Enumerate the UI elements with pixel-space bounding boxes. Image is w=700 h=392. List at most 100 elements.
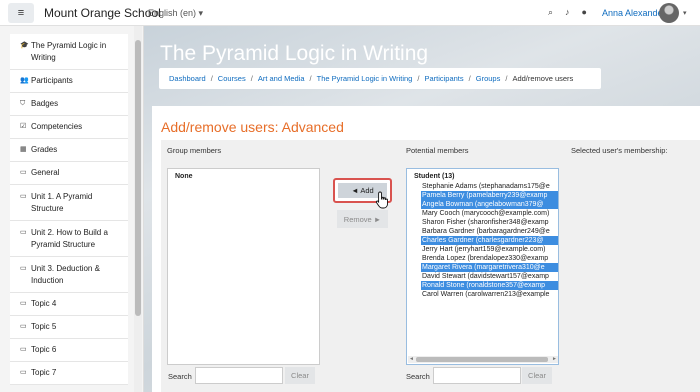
breadcrumb-item[interactable]: Dashboard bbox=[169, 74, 206, 83]
hamburger-icon: ≡ bbox=[17, 7, 25, 19]
folder-icon: ▭ bbox=[20, 346, 27, 353]
potential-member-option[interactable]: Brenda Lopez (brendalopez330@examp bbox=[407, 254, 558, 263]
breadcrumb-item: Add/remove users bbox=[512, 74, 574, 83]
breadcrumb-item[interactable]: Art and Media bbox=[258, 74, 305, 83]
avatar[interactable] bbox=[659, 3, 679, 23]
potential-member-option[interactable]: Angela Bowman (angelabowman379@ bbox=[421, 200, 558, 209]
hamburger-menu-button[interactable]: ≡ bbox=[8, 3, 34, 23]
potential-list-hscrollbar[interactable]: ◄ ► bbox=[408, 356, 558, 363]
section-title: Add/remove users: Advanced bbox=[161, 119, 344, 135]
sidebar-item-label: Topic 4 bbox=[31, 299, 57, 308]
sidebar-item[interactable]: ▭ Unit 3. Deduction & Induction bbox=[10, 257, 128, 293]
scroll-right-icon[interactable]: ► bbox=[552, 356, 557, 362]
scroll-left-icon[interactable]: ◄ bbox=[409, 356, 414, 362]
sidebar-item-label: Unit 2. How to Build a Pyramid Structure bbox=[31, 228, 108, 249]
potential-member-option[interactable]: Margaret Rivera (margaretrivera310@e bbox=[421, 263, 558, 272]
folder-icon: ▭ bbox=[20, 300, 27, 307]
potential-member-option[interactable]: David Stewart (davidstewart157@examp bbox=[407, 272, 558, 281]
sidebar-item-label: Badges bbox=[31, 99, 59, 108]
sidebar-item[interactable]: ▦ Grades bbox=[10, 139, 128, 162]
breadcrumb-item[interactable]: Groups bbox=[476, 74, 501, 83]
sidebar-item-label: The Pyramid Logic in Writing bbox=[31, 41, 107, 62]
potential-member-option[interactable]: Mary Cooch (marycooch@example.com) bbox=[407, 209, 558, 218]
breadcrumb-item[interactable]: The Pyramid Logic in Writing bbox=[317, 74, 413, 83]
sidebar: 🎓 The Pyramid Logic in Writing 👥 Participan… bbox=[0, 26, 144, 392]
breadcrumb-separator: / bbox=[468, 74, 471, 83]
bell-icon[interactable]: ♪ bbox=[565, 7, 570, 18]
language-selector[interactable]: English (en) ▾ bbox=[148, 8, 203, 19]
sidebar-item[interactable]: ⛉ Badges bbox=[10, 93, 128, 116]
group-members-list[interactable]: None bbox=[167, 168, 320, 365]
chevron-down-icon[interactable]: ▾ bbox=[683, 9, 687, 17]
folder-icon: ▭ bbox=[20, 229, 27, 236]
page-title: The Pyramid Logic in Writing bbox=[160, 42, 429, 65]
search-icon[interactable]: ⌕ bbox=[548, 7, 553, 18]
potential-group-label: Student (13) bbox=[414, 173, 455, 180]
potential-member-option[interactable]: Sharon Fisher (sharonfisher348@examp bbox=[407, 218, 558, 227]
sidebar-item-label: Topic 5 bbox=[31, 322, 57, 331]
shield-icon: ⛉ bbox=[20, 100, 26, 107]
breadcrumb-separator: / bbox=[309, 74, 312, 83]
sidebar-item[interactable]: ☑ Competencies bbox=[10, 116, 128, 139]
checkbox-icon: ☑ bbox=[20, 123, 27, 130]
breadcrumb: Dashboard / Courses / Art and Media / The Pyra… bbox=[159, 68, 601, 89]
sidebar-item[interactable]: ▭ Topic 7 bbox=[10, 362, 128, 385]
breadcrumb-item[interactable]: Courses bbox=[218, 74, 246, 83]
sidebar-item-label: Competencies bbox=[31, 122, 83, 131]
sidebar-item[interactable]: ▭ General bbox=[10, 162, 128, 185]
group-members-empty: None bbox=[175, 173, 193, 180]
sidebar-scroll-thumb[interactable] bbox=[135, 40, 141, 316]
sidebar-item-label: Topic 6 bbox=[31, 345, 57, 354]
sidebar-item[interactable]: ▭ Unit 2. How to Build a Pyramid Structur… bbox=[10, 221, 128, 257]
remove-button[interactable]: Remove ► bbox=[337, 210, 388, 228]
sidebar-item-label: General bbox=[31, 168, 60, 177]
user-name[interactable]: Anna Alexander bbox=[602, 8, 666, 18]
potential-members-label: Potential members bbox=[406, 146, 469, 155]
group-clear-button[interactable]: Clear bbox=[285, 367, 315, 384]
potential-member-option[interactable]: Charles Gardner (charlesgardner223@ bbox=[421, 236, 558, 245]
potential-members-list[interactable]: Student (13) Stephanie Adams (stephanada… bbox=[406, 168, 559, 365]
group-search-label: Search bbox=[168, 372, 192, 381]
sidebar-item[interactable]: 🎓 The Pyramid Logic in Writing bbox=[10, 34, 128, 70]
group-members-label: Group members bbox=[167, 146, 222, 155]
sidebar-item[interactable]: 👥 Participants bbox=[10, 70, 128, 93]
site-name[interactable]: Mount Orange School bbox=[44, 6, 161, 20]
breadcrumb-separator: / bbox=[417, 74, 420, 83]
folder-icon: ▭ bbox=[20, 323, 27, 330]
breadcrumb-separator: / bbox=[250, 74, 253, 83]
potential-member-option[interactable]: Jerry Hart (jerryhart159@example.com) bbox=[407, 245, 558, 254]
graduation-cap-icon: 🎓 bbox=[20, 42, 29, 49]
folder-icon: ▭ bbox=[20, 169, 27, 176]
nav-icons: ⌕ ♪ ● bbox=[548, 7, 587, 18]
potential-member-option[interactable]: Carol Warren (carolwarren213@example bbox=[407, 290, 558, 299]
sidebar-scrollbar[interactable] bbox=[134, 26, 142, 392]
potential-member-option[interactable]: Pamela Berry (pamelaberry239@examp bbox=[421, 191, 558, 200]
potential-clear-button[interactable]: Clear bbox=[522, 367, 552, 384]
folder-icon: ▭ bbox=[20, 193, 27, 200]
sidebar-item[interactable]: ▭ Unit 1. A Pyramid Structure bbox=[10, 185, 128, 221]
group-search-input[interactable] bbox=[195, 367, 283, 384]
potential-search-label: Search bbox=[406, 372, 430, 381]
hscroll-thumb[interactable] bbox=[416, 357, 548, 362]
sidebar-item-label: Unit 1. A Pyramid Structure bbox=[31, 192, 93, 213]
folder-icon: ▭ bbox=[20, 265, 27, 272]
sidebar-item[interactable]: ▭ Topic 5 bbox=[10, 316, 128, 339]
sidebar-item[interactable]: ▭ Topic 6 bbox=[10, 339, 128, 362]
sidebar-item-label: Participants bbox=[31, 76, 73, 85]
table-icon: ▦ bbox=[20, 146, 27, 153]
hand-cursor-icon bbox=[375, 191, 388, 209]
sidebar-item[interactable]: ▭ Topic 4 bbox=[10, 293, 128, 316]
potential-search-input[interactable] bbox=[433, 367, 521, 384]
breadcrumb-separator: / bbox=[505, 74, 508, 83]
chat-icon[interactable]: ● bbox=[582, 7, 587, 18]
sidebar-item-label: Unit 3. Deduction & Induction bbox=[31, 264, 100, 285]
potential-member-option[interactable]: Ronald Stone (ronaldstone357@examp bbox=[421, 281, 558, 290]
membership-label: Selected user's membership: bbox=[571, 146, 668, 155]
breadcrumb-item[interactable]: Participants bbox=[424, 74, 463, 83]
potential-member-option[interactable]: Stephanie Adams (stephanadams175@e bbox=[407, 182, 558, 191]
sidebar-item-label: Grades bbox=[31, 145, 58, 154]
potential-member-option[interactable]: Barbara Gardner (barbaragardner249@e bbox=[407, 227, 558, 236]
top-navbar: ≡ Mount Orange School English (en) ▾ ⌕ ♪… bbox=[0, 0, 700, 26]
breadcrumb-separator: / bbox=[210, 74, 213, 83]
users-icon: 👥 bbox=[20, 77, 29, 84]
